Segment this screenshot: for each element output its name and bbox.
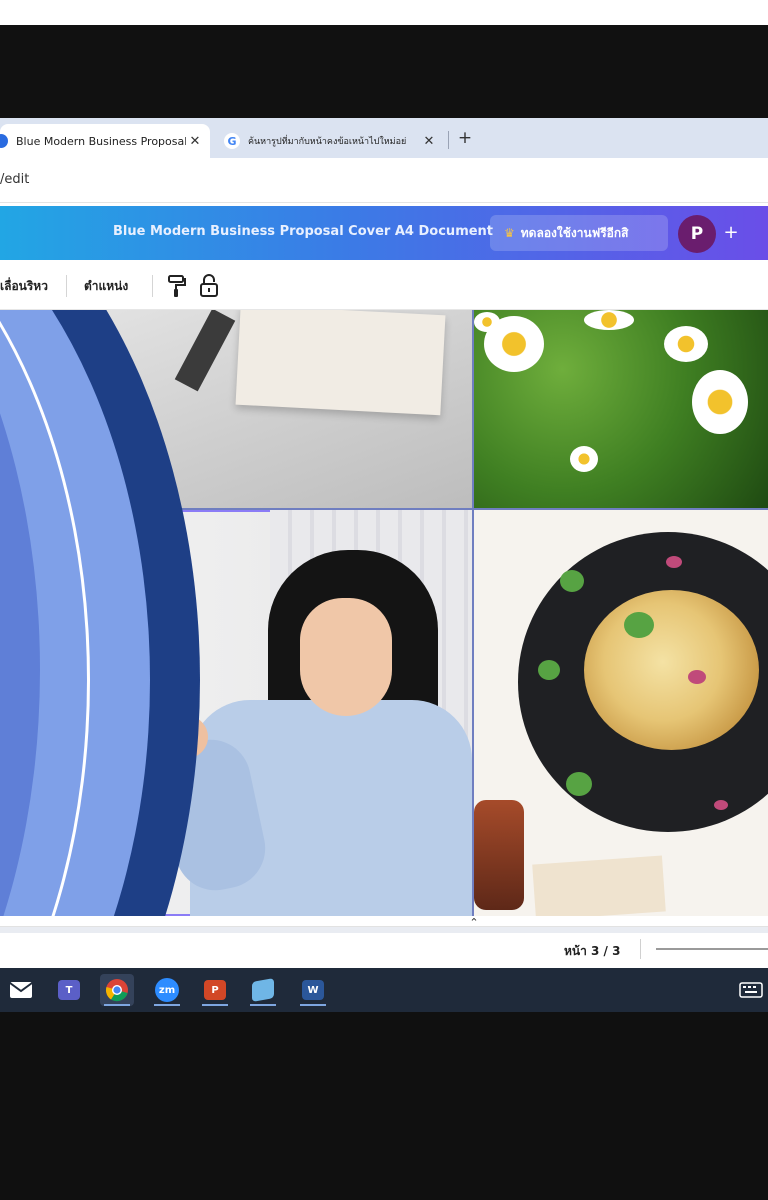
close-icon[interactable]: ✕ bbox=[186, 134, 204, 149]
pasta-shape bbox=[584, 590, 759, 750]
face-shape bbox=[300, 598, 392, 716]
tab-divider bbox=[448, 131, 449, 149]
herb-shape bbox=[560, 570, 584, 592]
taskbar-word[interactable]: W bbox=[296, 974, 330, 1006]
toolbar-divider bbox=[152, 275, 153, 297]
notebook-strap bbox=[174, 310, 236, 392]
browser-tab-bar: Blue Modern Business Proposal ✕ G ค้นหาร… bbox=[0, 118, 768, 158]
daisy-shape bbox=[692, 370, 748, 434]
herb-shape bbox=[566, 772, 592, 796]
side-dish-shape bbox=[474, 800, 524, 910]
avatar[interactable]: P bbox=[678, 215, 716, 253]
zoom-slider[interactable] bbox=[656, 948, 768, 950]
canva-header: Blue Modern Business Proposal Cover A4 D… bbox=[0, 206, 768, 260]
open-indicator bbox=[154, 1004, 180, 1006]
document-title[interactable]: Blue Modern Business Proposal Cover A4 D… bbox=[113, 224, 493, 239]
petal-shape bbox=[714, 800, 728, 810]
screen-capture: Blue Modern Business Proposal ✕ G ค้นหาร… bbox=[0, 118, 768, 1012]
napkin-shape bbox=[532, 855, 666, 916]
tab-canva-document[interactable]: Blue Modern Business Proposal ✕ bbox=[0, 124, 210, 158]
top-margin bbox=[0, 0, 768, 25]
taskbar-mail[interactable] bbox=[4, 974, 38, 1006]
teams-icon: T bbox=[58, 980, 80, 1000]
taskbar-chrome[interactable] bbox=[100, 974, 134, 1006]
page-indicator[interactable]: หน้า 3 / 3 bbox=[564, 942, 620, 961]
design-canvas[interactable] bbox=[0, 310, 768, 916]
close-icon[interactable]: ✕ bbox=[420, 134, 438, 149]
daisy-shape bbox=[584, 310, 634, 330]
address-url: /edit bbox=[0, 172, 30, 187]
position-button[interactable]: ตำแหน่ง bbox=[84, 277, 128, 296]
status-divider bbox=[640, 939, 641, 959]
tab-google-search[interactable]: G ค้นหารูปที่มากับหน้าคงข้อเหน้าไปใหม่อย… bbox=[214, 124, 444, 158]
herb-shape bbox=[624, 612, 654, 638]
windows-taskbar: T zm P W bbox=[0, 968, 768, 1012]
petal-shape bbox=[666, 556, 682, 568]
taskbar-teams[interactable]: T bbox=[52, 974, 86, 1006]
mail-icon bbox=[9, 982, 33, 998]
lock-icon[interactable] bbox=[198, 273, 220, 299]
free-trial-button[interactable]: ♛ ทดลองใช้งานฟรีอีกสิ bbox=[490, 215, 668, 251]
crown-icon: ♛ bbox=[504, 226, 515, 240]
petal-shape bbox=[688, 670, 706, 684]
open-indicator bbox=[300, 1004, 326, 1006]
daisy-shape bbox=[664, 326, 708, 362]
herb-shape bbox=[538, 660, 560, 680]
address-bar[interactable]: /edit bbox=[0, 158, 768, 203]
toolbar-divider bbox=[66, 275, 67, 297]
zoom-icon: zm bbox=[155, 978, 179, 1002]
editor-toolbar: เลื่อนริหว ตำแหน่ง bbox=[0, 263, 768, 310]
paint-roller-icon[interactable] bbox=[166, 273, 188, 299]
powerpoint-icon: P bbox=[204, 980, 226, 1000]
daisy-shape bbox=[474, 312, 500, 332]
canva-icon bbox=[0, 134, 8, 148]
taskbar-notepad[interactable] bbox=[246, 974, 280, 1006]
keyboard-icon bbox=[739, 982, 763, 998]
bottom-margin bbox=[0, 1012, 768, 1200]
taskbar-keyboard[interactable] bbox=[734, 974, 768, 1006]
tab-title: ค้นหารูปที่มากับหน้าคงข้อเหน้าไปใหม่อย่ bbox=[248, 137, 407, 147]
taskbar-powerpoint[interactable]: P bbox=[198, 974, 232, 1006]
notepad-icon bbox=[252, 978, 274, 1002]
photo-daisies[interactable] bbox=[474, 310, 768, 508]
daisy-shape bbox=[570, 446, 598, 472]
free-trial-label: ทดลองใช้งานฟรีอีกสิ bbox=[520, 225, 629, 240]
tab-title: Blue Modern Business Proposal bbox=[16, 134, 186, 148]
google-icon: G bbox=[224, 133, 240, 149]
new-tab-button[interactable]: + bbox=[454, 126, 476, 150]
editor-status-bar: หน้า 3 / 3 bbox=[0, 926, 768, 969]
chrome-icon bbox=[105, 979, 128, 1002]
notebook-shape bbox=[235, 310, 446, 416]
active-indicator bbox=[104, 1004, 130, 1006]
horizontal-scrollbar[interactable] bbox=[0, 927, 768, 933]
open-indicator bbox=[250, 1004, 276, 1006]
open-indicator bbox=[202, 1004, 228, 1006]
photo-pasta-plate[interactable] bbox=[474, 510, 768, 916]
animate-button[interactable]: เลื่อนริหว bbox=[0, 277, 48, 296]
taskbar-zoom[interactable]: zm bbox=[150, 974, 184, 1006]
add-collaborator-button[interactable]: + bbox=[720, 220, 742, 246]
word-icon: W bbox=[302, 980, 324, 1000]
